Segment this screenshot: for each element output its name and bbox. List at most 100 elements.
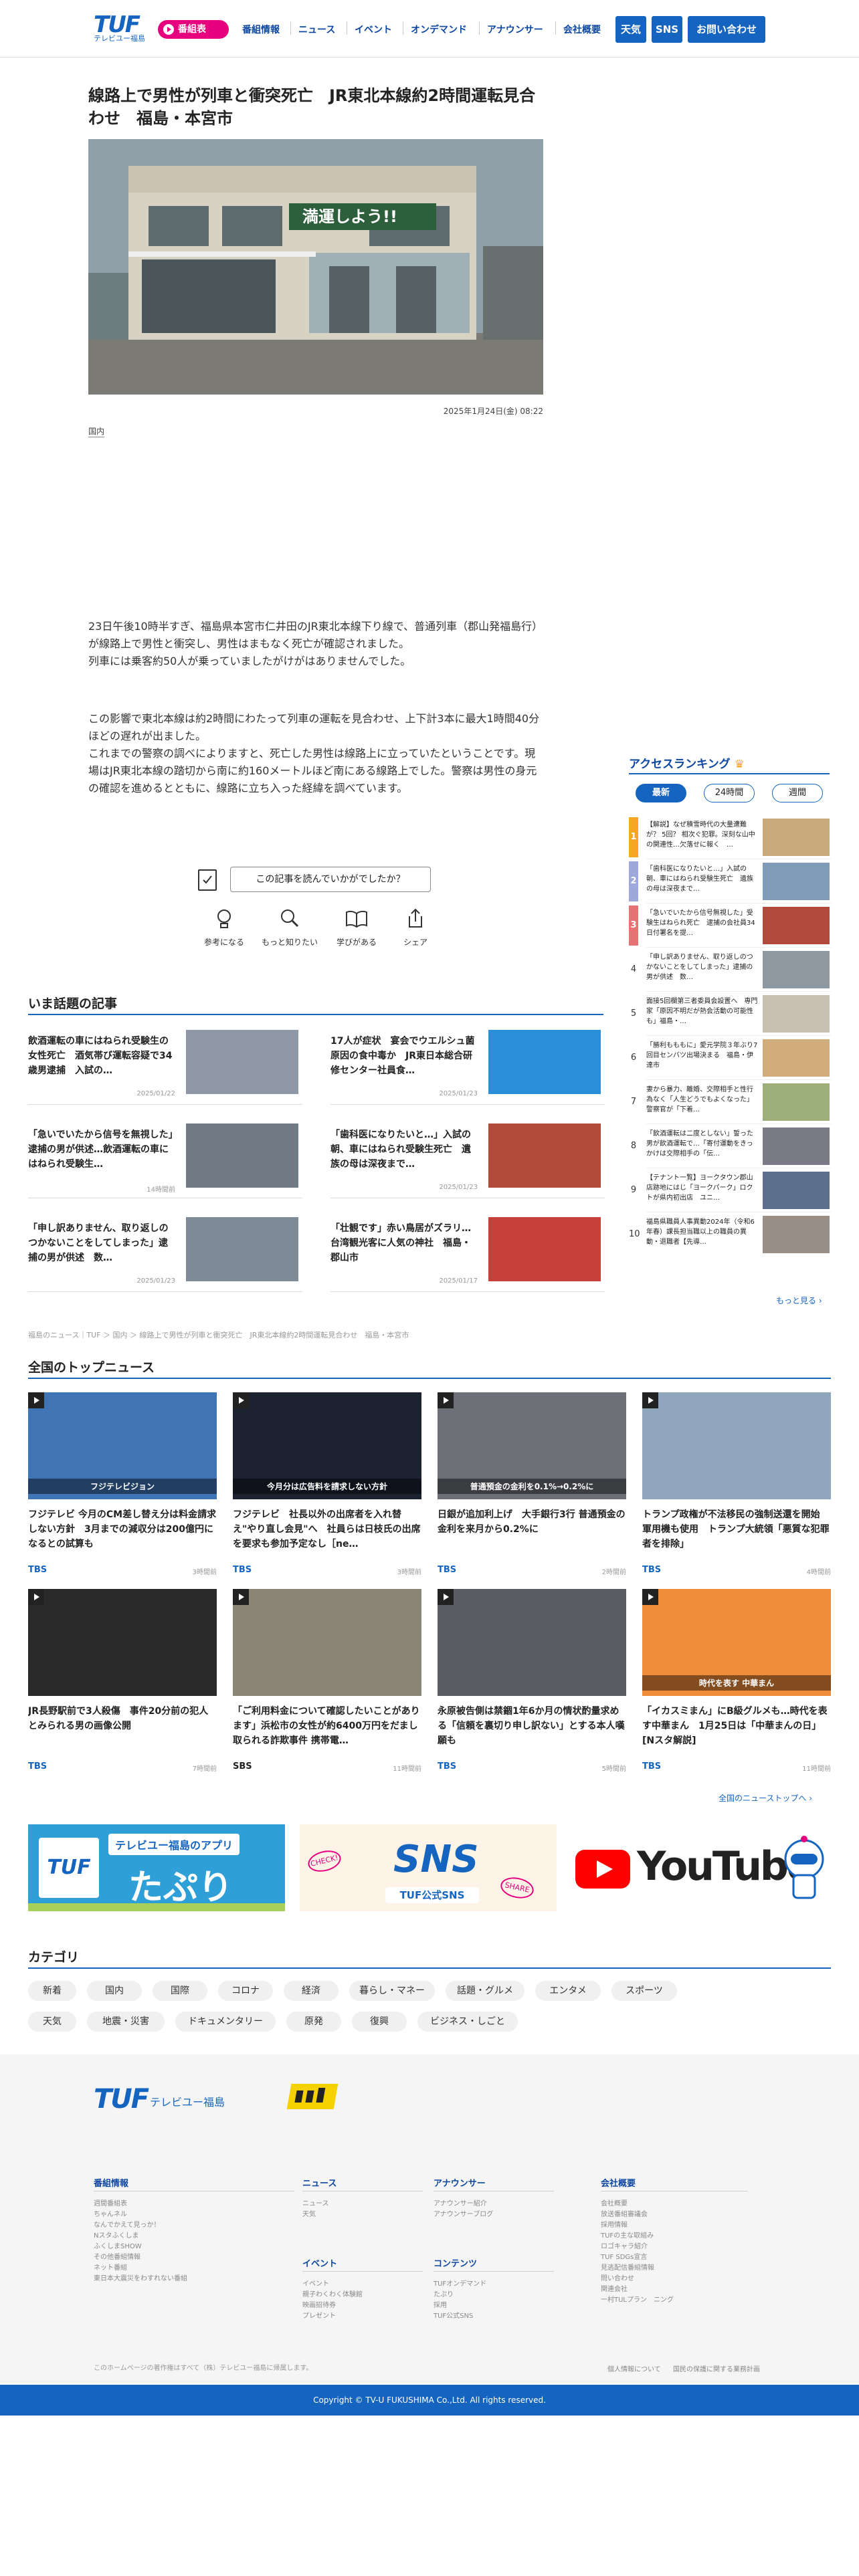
ranking-item[interactable]: 6 「勝利もももに」愛元学院３年ぶり7回目センバツ出場決まる 福島・伊達市 <box>629 1038 831 1080</box>
category-chip[interactable]: 国際 <box>153 1981 207 2001</box>
ranking-item[interactable]: 3 「急いでいたから信号無視した」受験生はねられ死亡 逮捕の会社員34日付署名を提… <box>629 905 831 948</box>
footer-column-heading[interactable]: ニュース <box>302 2176 337 2189</box>
footer-link[interactable]: イベント <box>302 2279 329 2290</box>
nav-programs[interactable]: 番組情報 <box>242 23 280 36</box>
category-chip[interactable]: ビジネス・しごと <box>417 2012 518 2032</box>
category-chip[interactable]: 経済 <box>284 1981 339 2001</box>
footer-link[interactable]: Nスタふくしま <box>94 2231 138 2242</box>
footer-link[interactable]: TUF公式SNS <box>434 2311 473 2322</box>
footer-link[interactable]: 放送番組審議会 <box>601 2210 648 2220</box>
news-card[interactable]: 「ご利用料金について確認したいことがあります」浜松市の女性が約6400万円をだま… <box>233 1589 421 1773</box>
ranking-tab-weekly[interactable]: 週間 <box>772 784 823 802</box>
app-banner[interactable]: TUF テレビユー福島のアプリ たぷり <box>28 1824 285 1911</box>
footer-link[interactable]: 見逃配信番組情報 <box>601 2263 654 2274</box>
footer-link[interactable]: その他番組情報 <box>94 2252 140 2263</box>
youtube-banner[interactable]: YouTube <box>573 1824 831 1911</box>
category-chip[interactable]: 復興 <box>352 2012 407 2032</box>
footer-link[interactable]: たぷり <box>434 2290 454 2300</box>
sns-button[interactable]: SNS <box>652 16 682 43</box>
reaction-want-more[interactable]: もっと知りたい <box>260 907 320 948</box>
privacy-link[interactable]: 個人情報について <box>607 2363 661 2373</box>
nav-events[interactable]: イベント <box>355 23 392 36</box>
footer-link[interactable]: 一村TULプラン ニング <box>601 2295 674 2306</box>
category-chip[interactable]: 話題・グルメ <box>446 1981 524 2001</box>
nav-company[interactable]: 会社概要 <box>563 23 601 36</box>
program-guide-button[interactable]: 番組表 <box>158 20 229 39</box>
ranking-tab-24h[interactable]: 24時間 <box>704 784 755 802</box>
category-chip[interactable]: スポーツ <box>611 1981 677 2001</box>
news-card[interactable]: 時代を表す 中華まん 「イカスミまん」にB級グルメも…時代を表す中華まん 1月25… <box>642 1589 831 1773</box>
footer-link[interactable]: ネット番組 <box>94 2263 127 2274</box>
tuf-logo[interactable]: TUF テレビユー福島 <box>94 13 149 43</box>
news-card[interactable]: 今月分は広告料を請求しない方針 フジテレビ 社長以外の出席者を入れ替え"やり直し会… <box>233 1392 421 1576</box>
footer-link[interactable]: なんでかえて見っか！ <box>94 2220 161 2231</box>
ranking-tab-latest[interactable]: 最新 <box>636 784 686 802</box>
ranking-item[interactable]: 2 「歯科医になりたいと…」入試の朝、車にはねられ受験生死亡 遺族の母は深夜まで… <box>629 861 831 903</box>
footer-link[interactable]: 会社概要 <box>601 2199 628 2210</box>
category-chip[interactable]: コロナ <box>218 1981 273 2001</box>
footer-link[interactable]: 映画招待券 <box>302 2300 336 2311</box>
ranking-item[interactable]: 5 面接5回欄第三者委員会設置へ 専門家「原因不明だが熱会活動の可能性も」福島・… <box>629 994 831 1036</box>
footer-link[interactable]: ちゃんネル <box>94 2210 127 2220</box>
ranking-item[interactable]: 8 「飲酒運転は二度としない」誓った男が飲酒運転で…「寄付運動をきっかけは交際相手… <box>629 1126 831 1168</box>
ranking-item[interactable]: 7 妻から暴力、離婚、交際相手と性行為なく「人生どうでもよくなった」警察官が「下着… <box>629 1082 831 1124</box>
footer-link[interactable]: 週間番組表 <box>94 2199 127 2210</box>
trending-card[interactable]: 飲酒運転の車にはねられ受験生の女性死亡 酒気帯び運転容疑で34歳男逮捕 入試の…… <box>28 1026 302 1105</box>
weather-button[interactable]: 天気 <box>615 16 646 43</box>
footer-link[interactable]: ニュース <box>302 2199 329 2210</box>
topnews-more-link[interactable]: 全国のニューストップへ › <box>719 1792 812 1804</box>
category-chip[interactable]: 原発 <box>286 2012 341 2032</box>
news-card[interactable]: 永原被告側は禁錮1年6か月の情状酌量求める「信頼を裏切り申し訳ない」とする本人嘆… <box>438 1589 626 1773</box>
footer-link[interactable]: 問い合わせ <box>601 2274 634 2284</box>
footer-link[interactable]: ロゴキャラ紹介 <box>601 2242 648 2252</box>
contact-button[interactable]: お問い合わせ <box>688 16 765 43</box>
footer-link[interactable]: TUFの主な取組み <box>601 2231 654 2242</box>
trending-card[interactable]: 「壮観です」赤い鳥居がズラリ…台湾観光客に人気の神社 福島・郡山市 2025/01… <box>330 1213 605 1292</box>
reaction-learned[interactable]: 学びがある <box>326 907 387 948</box>
footer-link[interactable]: 天気 <box>302 2210 316 2220</box>
nav-announcers[interactable]: アナウンサー <box>487 23 543 36</box>
trending-card[interactable]: 「申し訳ありません、取り返しのつかないことをしてしまった」逮捕の男が供述 数… 2… <box>28 1213 302 1292</box>
civil-protection-link[interactable]: 国民の保護に関する業務計画 <box>673 2363 760 2373</box>
category-chip[interactable]: 新着 <box>28 1981 76 2001</box>
footer-link[interactable]: プレゼント <box>302 2311 336 2322</box>
trending-card[interactable]: 「歯科医になりたいと…」入試の朝、車にはねられ受験生死亡 遺族の母は深夜まで… 2… <box>330 1119 605 1198</box>
footer-link[interactable]: アナウンサー紹介 <box>434 2199 487 2210</box>
news-card[interactable]: フジテレビジョン フジテレビ 今月のCM差し替え分は料金請求しない方針 3月までの… <box>28 1392 217 1576</box>
category-chip[interactable]: エンタメ <box>535 1981 601 2001</box>
ranking-item[interactable]: 4 「申し訳ありません、取り返しのつかないことをしてしまった」逮捕の男が供述 数… <box>629 950 831 992</box>
trending-card[interactable]: 「急いでいたから信号を無視した」逮捕の男が供述…飲酒運転の車にはねられ受験生… 1… <box>28 1119 302 1198</box>
footer-link[interactable]: 親子わくわく体験館 <box>302 2290 363 2300</box>
footer-column-heading[interactable]: イベント <box>302 2256 337 2269</box>
news-card[interactable]: 普通預金の金利を0.1%→0.2%に 日銀が追加利上げ 大手銀行3行 普通預金の金… <box>438 1392 626 1576</box>
ranking-item[interactable]: 9 【テナント一覧】ヨークタウン郡山店跡地にはじ「ヨークパーク」ロクトが県内初出店… <box>629 1170 831 1212</box>
ranking-more-link[interactable]: もっと見る › <box>776 1295 822 1306</box>
nav-news[interactable]: ニュース <box>298 23 335 36</box>
footer-column-heading[interactable]: コンテンツ <box>434 2256 477 2269</box>
footer-link[interactable]: TUF SDGs宣言 <box>601 2252 647 2263</box>
category-chip[interactable]: ドキュメンタリー <box>175 2012 276 2032</box>
news-card[interactable]: JR長野駅前で3人殺傷 事件20分前の犯人とみられる男の画像公開 TBS 7時間前 <box>28 1589 217 1773</box>
ranking-item[interactable]: 10 福島県職員人事異動2024年（令和6年春）課長担当職以上の職員の異動・退職者… <box>629 1214 831 1255</box>
footer-column-heading[interactable]: 番組情報 <box>94 2176 128 2189</box>
category-chip[interactable]: 天気 <box>28 2012 76 2032</box>
footer-link[interactable]: 採用情報 <box>601 2220 628 2231</box>
footer-link[interactable]: アナウンサーブログ <box>434 2210 493 2220</box>
footer-logo[interactable]: TUF <box>94 2084 149 2115</box>
category-chip[interactable]: 暮らし・マネー <box>349 1981 435 2001</box>
footer-column-heading[interactable]: アナウンサー <box>434 2176 486 2189</box>
trending-card[interactable]: 17人が症状 宴会でウエルシュ菌原因の食中毒か JR東日本総合研修センター社員食… <box>330 1026 605 1105</box>
footer-link[interactable]: ふくしまSHOW <box>94 2242 142 2252</box>
reaction-share[interactable]: シェア <box>385 907 446 948</box>
footer-link[interactable]: 採用 <box>434 2300 447 2311</box>
category-tag[interactable]: 国内 <box>88 425 105 437</box>
news-card[interactable]: トランプ政権が不法移民の強制送還を開始 軍用機も使用 トランプ大統領「悪質な犯罪… <box>642 1392 831 1576</box>
reaction-helpful[interactable]: 参考になる <box>194 907 254 948</box>
nav-ondemand[interactable]: オンデマンド <box>411 23 467 36</box>
footer-link[interactable]: 東日本大震災をわすれない番組 <box>94 2274 187 2284</box>
footer-link[interactable]: TUFオンデマンド <box>434 2279 486 2290</box>
sns-banner[interactable]: CHECK! SNS TUF公式SNS SHARE <box>300 1824 557 1911</box>
category-chip[interactable]: 国内 <box>87 1981 142 2001</box>
ranking-item[interactable]: 1 【解説】なぜ積雪時代の大量遭難が？ 5回？ 相次ぐ犯罪。深刻な山中の関連性…欠… <box>629 817 831 859</box>
category-chip[interactable]: 地震・災害 <box>87 2012 165 2032</box>
